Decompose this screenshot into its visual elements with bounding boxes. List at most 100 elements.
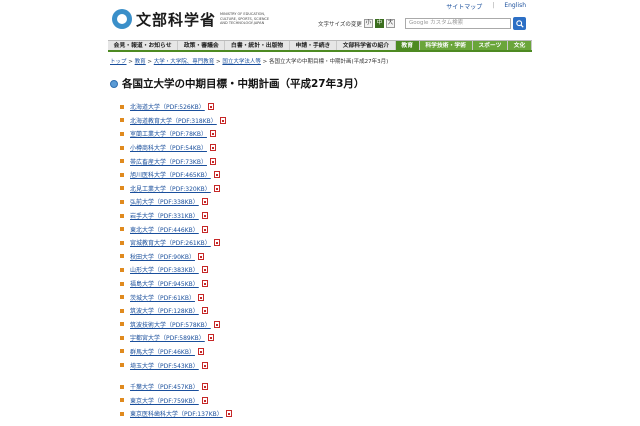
file-size: （PDF:759KB） <box>154 397 199 405</box>
search-button[interactable] <box>513 17 526 30</box>
university-name: 山形大学 <box>130 267 155 275</box>
pdf-icon <box>201 383 208 391</box>
file-size: （PDF:945KB） <box>154 281 199 289</box>
university-name: 埼玉大学 <box>130 362 155 370</box>
university-pdf-link[interactable]: 室蘭工業大学（PDF:78KB） <box>130 129 207 138</box>
university-pdf-link[interactable]: 岩手大学（PDF:331KB） <box>130 211 199 220</box>
university-pdf-link[interactable]: 山形大学（PDF:383KB） <box>130 265 199 274</box>
file-size: （PDF:543KB） <box>154 362 199 370</box>
pdf-icon <box>219 116 226 124</box>
nav-item[interactable]: 白書・統計・出版物 <box>225 41 290 50</box>
university-pdf-link[interactable]: 千葉大学（PDF:457KB） <box>130 382 199 391</box>
list-item: 東北大学（PDF:446KB） <box>120 222 380 236</box>
file-size: （PDF:465KB） <box>166 172 211 180</box>
nav-item[interactable]: 政策・審議会 <box>178 41 226 50</box>
university-pdf-link[interactable]: 北海道大学（PDF:526KB） <box>130 102 205 111</box>
nav-item[interactable]: 科学技術・学術 <box>419 41 473 50</box>
university-pdf-link[interactable]: 東京大学（PDF:759KB） <box>130 396 199 405</box>
university-pdf-link[interactable]: 北見工業大学（PDF:320KB） <box>130 184 211 193</box>
file-size: （PDF:526KB） <box>160 104 205 112</box>
list-item: 北海道教育大学（PDF:318KB） <box>120 114 380 128</box>
file-size: （PDF:73KB） <box>166 158 207 166</box>
pdf-icon <box>197 252 204 260</box>
pdf-icon <box>209 130 216 138</box>
file-size: （PDF:589KB） <box>160 335 205 343</box>
file-size: （PDF:90KB） <box>154 253 195 261</box>
square-bullet-icon <box>120 363 124 368</box>
ministry-emblem-icon <box>112 9 132 29</box>
page-title: 各国立大学の中期目標・中期計画（平成27年3月） <box>122 78 365 90</box>
breadcrumb-education[interactable]: 教育 <box>135 59 146 65</box>
nav-item[interactable]: 教育 <box>395 41 420 50</box>
university-name: 室蘭工業大学 <box>130 131 167 139</box>
file-size: （PDF:383KB） <box>154 267 199 275</box>
font-size-small-button[interactable]: 小 <box>363 19 373 28</box>
list-item: 東京医科歯科大学（PDF:137KB） <box>120 407 380 421</box>
square-bullet-icon <box>120 335 124 340</box>
list-item: 岩手大学（PDF:331KB） <box>120 209 380 223</box>
nav-item[interactable]: 文化 <box>508 41 533 50</box>
pdf-icon <box>213 320 220 328</box>
file-size: （PDF:128KB） <box>154 308 199 316</box>
university-pdf-link[interactable]: 秋田大学（PDF:90KB） <box>130 252 195 261</box>
university-name: 北海道教育大学 <box>130 117 173 125</box>
pdf-icon <box>197 347 204 355</box>
university-pdf-link[interactable]: 帯広畜産大学（PDF:73KB） <box>130 157 207 166</box>
university-name: 東北大学 <box>130 226 155 234</box>
pdf-icon <box>201 198 208 206</box>
page: 文部科学省 MINISTRY OF EDUCATION, CULTURE, SP… <box>108 0 533 426</box>
font-size-large-button[interactable]: 大 <box>385 19 395 28</box>
file-size: （PDF:320KB） <box>166 185 211 193</box>
university-pdf-link[interactable]: 北海道教育大学（PDF:318KB） <box>130 116 217 125</box>
university-pdf-link[interactable]: 福島大学（PDF:945KB） <box>130 279 199 288</box>
font-size-label: 文字サイズの変更 <box>318 21 362 28</box>
square-bullet-icon <box>120 295 124 300</box>
pdf-icon <box>201 225 208 233</box>
nav-item[interactable]: スポーツ <box>472 41 509 50</box>
university-pdf-link[interactable]: 群馬大学（PDF:46KB） <box>130 347 195 356</box>
university-pdf-link[interactable]: 筑波大学（PDF:128KB） <box>130 306 199 315</box>
list-item: 茨城大学（PDF:61KB） <box>120 290 380 304</box>
list-item: 宇都宮大学（PDF:589KB） <box>120 331 380 345</box>
university-pdf-link[interactable]: 宇都宮大学（PDF:589KB） <box>130 333 205 342</box>
university-pdf-link[interactable]: 埼玉大学（PDF:543KB） <box>130 361 199 370</box>
sitemap-link[interactable]: サイトマップ <box>446 2 482 11</box>
square-bullet-icon <box>120 308 124 313</box>
university-pdf-link[interactable]: 小樽商科大学（PDF:54KB） <box>130 143 207 152</box>
search-input[interactable]: Google カスタム検索 <box>405 18 511 29</box>
pdf-icon <box>213 171 220 179</box>
nav-item[interactable]: 文部科学省の紹介 <box>337 41 396 50</box>
university-pdf-link[interactable]: 宮城教育大学（PDF:261KB） <box>130 238 211 247</box>
english-link[interactable]: English <box>504 2 526 11</box>
list-item: 筑波技術大学（PDF:578KB） <box>120 318 380 332</box>
breadcrumb-top[interactable]: トップ <box>110 59 127 65</box>
nav-item[interactable]: 申請・手続き <box>290 41 338 50</box>
breadcrumb-national-university[interactable]: 国立大学法人等 <box>222 59 261 65</box>
square-bullet-icon <box>120 227 124 232</box>
file-size: （PDF:46KB） <box>154 348 195 356</box>
university-pdf-link[interactable]: 筑波技術大学（PDF:578KB） <box>130 320 211 329</box>
university-pdf-link[interactable]: 弘前大学（PDF:338KB） <box>130 197 199 206</box>
university-pdf-link[interactable]: 東北大学（PDF:446KB） <box>130 225 199 234</box>
global-nav: 会見・報道・お知らせ 政策・審議会 白書・統計・出版物 申請・手続き 文部科学省の紹介教… <box>108 40 533 52</box>
font-size-medium-button[interactable]: 中 <box>374 19 384 28</box>
breadcrumb-current: 各国立大学の中期目標・中期計画(平成27年3月) <box>269 59 389 65</box>
breadcrumb-higher-education[interactable]: 大学・大学院、専門教育 <box>154 59 215 65</box>
university-list: 北海道大学（PDF:526KB） 北海道教育大学（PDF:318KB） 室蘭工業大学… <box>120 100 380 421</box>
file-size: （PDF:446KB） <box>154 226 199 234</box>
ministry-logo[interactable]: 文部科学省 MINISTRY OF EDUCATION, CULTURE, SP… <box>112 6 272 32</box>
top-links-separator: | <box>492 2 495 9</box>
university-pdf-link[interactable]: 茨城大学（PDF:61KB） <box>130 293 195 302</box>
university-pdf-link[interactable]: 旭川医科大学（PDF:465KB） <box>130 170 211 179</box>
list-item: 埼玉大学（PDF:543KB） <box>120 358 380 372</box>
pdf-icon <box>201 396 208 404</box>
square-bullet-icon <box>120 104 124 109</box>
square-bullet-icon <box>120 186 124 191</box>
nav-item[interactable]: 会見・報道・お知らせ <box>108 41 179 50</box>
university-pdf-link[interactable]: 東京医科歯科大学（PDF:137KB） <box>130 409 223 418</box>
font-size-control: 文字サイズの変更 小 中 大 <box>318 19 395 28</box>
pdf-icon <box>209 157 216 165</box>
heading-bullet-icon <box>110 79 118 88</box>
logo-text: 文部科学省 <box>136 10 217 29</box>
pdf-icon <box>201 212 208 220</box>
